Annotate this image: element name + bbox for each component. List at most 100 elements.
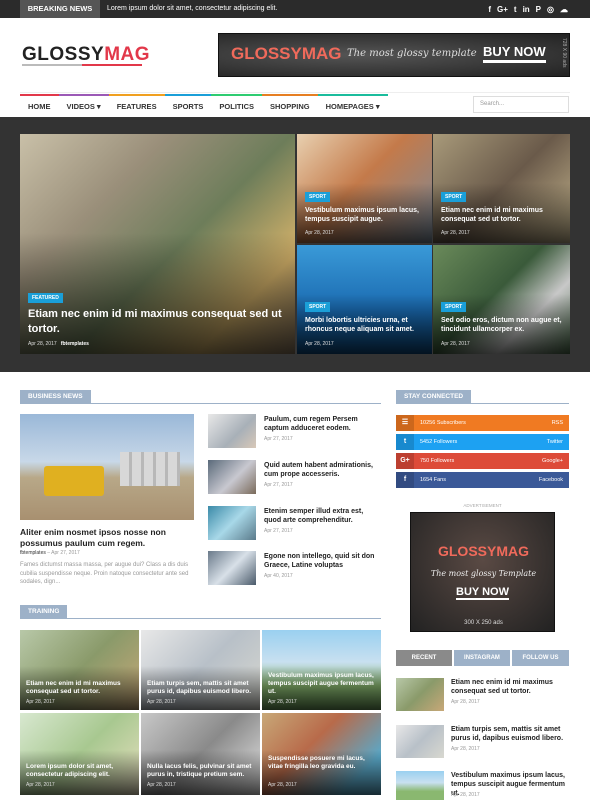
facebook-icon: f <box>396 472 414 488</box>
stay-connected-rule <box>396 403 569 404</box>
twitter-icon[interactable]: t <box>514 5 517 14</box>
facebook-label: Facebook <box>538 477 563 483</box>
nav-homepages[interactable]: HOMEPAGES ▾ <box>317 94 388 116</box>
hero-main-title[interactable]: Etiam nec enim id mi maximus consequat s… <box>28 307 289 337</box>
sport-badge[interactable]: SPORT <box>305 192 331 202</box>
training-title[interactable]: Etiam nec enim id mi maximus consequat s… <box>26 680 135 696</box>
site-logo[interactable]: GLOSSYMAG <box>22 44 150 66</box>
business-thumb[interactable] <box>208 460 256 494</box>
training-tile[interactable]: Suspendisse posuere mi lacus, vitae frin… <box>262 713 381 795</box>
business-news-heading: BUSINESS NEWS <box>20 390 91 404</box>
hero-tile-title[interactable]: Morbi lobortis ultricies urna, et rhoncu… <box>305 316 426 334</box>
training-tile[interactable]: Vestibulum maximus ipsum lacus, tempus s… <box>262 630 381 710</box>
training-tile[interactable]: Nulla lacus felis, pulvinar sit amet pur… <box>141 713 260 795</box>
nav-politics[interactable]: POLITICS <box>211 94 263 116</box>
instagram-icon[interactable]: ◎ <box>547 5 554 14</box>
training-title[interactable]: Nulla lacus felis, pulvinar sit amet pur… <box>147 763 256 779</box>
tab-follow-us[interactable]: FOLLOW US <box>512 650 569 666</box>
training-title[interactable]: Lorem ipsum dolor sit amet, consectetur … <box>26 763 135 779</box>
recent-thumb[interactable] <box>396 771 444 800</box>
nav-features[interactable]: FEATURES <box>108 94 165 116</box>
training-tile[interactable]: Etiam nec enim id mi maximus consequat s… <box>20 630 139 710</box>
training-tile[interactable]: Etiam turpis sem, mattis sit amet purus … <box>141 630 260 710</box>
google-plus-row[interactable]: G+ 750 Followers Google+ <box>396 453 569 469</box>
sidebar-ad-buy-now[interactable]: BUY NOW <box>456 586 509 600</box>
business-list-title[interactable]: Quid autem habent admirationis, cum prop… <box>264 461 380 479</box>
nav-sports[interactable]: SPORTS <box>164 94 212 116</box>
business-main-date: Apr 27, 2017 <box>51 550 80 556</box>
hero-main-tile[interactable]: FEATURED Etiam nec enim id mi maximus co… <box>20 134 295 354</box>
logo-underline <box>22 64 142 66</box>
training-date: Apr 28, 2017 <box>268 782 297 788</box>
business-thumb[interactable] <box>208 551 256 585</box>
training-date: Apr 28, 2017 <box>268 699 297 705</box>
tab-instagram[interactable]: INSTAGRAM <box>454 650 510 666</box>
business-thumb[interactable] <box>208 414 256 448</box>
hero-tile-date: Apr 28, 2017 <box>441 230 470 236</box>
business-thumb[interactable] <box>208 506 256 540</box>
business-list-title[interactable]: Etenim semper illud extra est, quod arte… <box>264 507 380 525</box>
training-title[interactable]: Etiam turpis sem, mattis sit amet purus … <box>147 680 256 696</box>
business-main-author[interactable]: fbtemplates <box>20 550 46 556</box>
training-title[interactable]: Vestibulum maximus ipsum lacus, tempus s… <box>268 672 377 696</box>
training-date: Apr 28, 2017 <box>147 699 176 705</box>
facebook-icon[interactable]: f <box>488 5 491 14</box>
sidebar-ad[interactable]: GLOSSYMAG The most glossy Template BUY N… <box>410 512 555 632</box>
hero-tile[interactable]: SPORT Morbi lobortis ultricies urna, et … <box>297 245 432 354</box>
hero-tile-title[interactable]: Etiam nec enim id mi maximus consequat s… <box>441 206 564 224</box>
recent-thumb[interactable] <box>396 725 444 758</box>
business-news-rule <box>20 403 381 404</box>
hero-tile[interactable]: SPORT Sed odio eros, dictum non augue et… <box>433 245 570 354</box>
business-main-excerpt: Fames dictumst massa massa, per augue du… <box>20 562 189 585</box>
nav-home[interactable]: HOME <box>20 94 59 116</box>
rss-row[interactable]: ☰ 10256 Subscribers RSS <box>396 415 569 431</box>
top-social-icons: f G+ t in P ◎ ☁ <box>488 0 568 18</box>
hero-tile-date: Apr 28, 2017 <box>305 341 334 347</box>
hero-tile-title[interactable]: Vestibulum maximus ipsum lacus, tempus s… <box>305 206 426 224</box>
google-plus-count: 750 Followers <box>420 458 455 464</box>
logo-text-glossy: GLOSSY <box>22 44 105 65</box>
linkedin-icon[interactable]: in <box>523 5 530 14</box>
twitter-row[interactable]: t 5452 Followers Twitter <box>396 434 569 450</box>
training-date: Apr 28, 2017 <box>147 782 176 788</box>
breaking-news-ticker[interactable]: Lorem ipsum dolor sit amet, consectetur … <box>107 0 277 18</box>
header-ad-banner[interactable]: GLOSSYMAG The most glossy template BUY N… <box>218 33 570 77</box>
sidebar-ad-tagline: The most glossy Template <box>430 569 537 578</box>
training-title[interactable]: Suspendisse posuere mi lacus, vitae frin… <box>268 755 377 771</box>
banner-buy-now[interactable]: BUY NOW <box>483 44 546 63</box>
business-list-date: Apr 27, 2017 <box>264 482 293 488</box>
recent-title[interactable]: Etiam turpis sem, mattis sit amet purus … <box>451 725 569 743</box>
google-plus-icon[interactable]: G+ <box>497 5 508 14</box>
soundcloud-icon[interactable]: ☁ <box>560 5 568 14</box>
featured-badge[interactable]: FEATURED <box>28 293 63 303</box>
facebook-row[interactable]: f 1654 Fans Facebook <box>396 472 569 488</box>
pinterest-icon[interactable]: P <box>536 5 541 14</box>
training-tile[interactable]: Lorem ipsum dolor sit amet, consectetur … <box>20 713 139 795</box>
sport-badge[interactable]: SPORT <box>305 302 331 312</box>
recent-date: Apr 28, 2017 <box>451 746 480 752</box>
hero-tile[interactable]: SPORT Etiam nec enim id mi maximus conse… <box>433 134 570 243</box>
business-main-image[interactable] <box>20 414 194 520</box>
hero-main-author[interactable]: fbtemplates <box>61 341 89 347</box>
hero-section: FEATURED Etiam nec enim id mi maximus co… <box>0 117 590 372</box>
sport-badge[interactable]: SPORT <box>441 192 467 202</box>
facebook-count: 1654 Fans <box>420 477 446 483</box>
sidebar-ad-logo: GLOSSYMAG <box>437 543 529 559</box>
business-list-date: Apr 40, 2017 <box>264 573 293 579</box>
recent-title[interactable]: Etiam nec enim id mi maximus consequat s… <box>451 678 569 696</box>
search-input[interactable]: Search... <box>473 96 569 113</box>
business-list-title[interactable]: Egone non intellego, quid sit don Graece… <box>264 552 380 570</box>
stay-connected-heading: STAY CONNECTED <box>396 390 472 404</box>
recent-thumb[interactable] <box>396 678 444 711</box>
hero-tile[interactable]: SPORT Vestibulum maximus ipsum lacus, te… <box>297 134 432 243</box>
main-nav: HOME VIDEOS ▾ FEATURES SPORTS POLITICS S… <box>20 94 388 116</box>
hero-tile-date: Apr 28, 2017 <box>441 341 470 347</box>
sport-badge[interactable]: SPORT <box>441 302 467 312</box>
hero-main-date: Apr 28, 2017 fbtemplates <box>28 341 89 347</box>
nav-shopping[interactable]: SHOPPING <box>262 94 318 116</box>
hero-tile-title[interactable]: Sed odio eros, dictum non augue et, tinc… <box>441 316 564 334</box>
business-list-title[interactable]: Paulum, cum regem Persem captum adducere… <box>264 415 380 433</box>
tab-recent[interactable]: RECENT <box>396 650 452 666</box>
nav-videos[interactable]: VIDEOS ▾ <box>58 94 109 116</box>
business-main-title[interactable]: Aliter enim nosmet ipsos nosse non possu… <box>20 527 196 549</box>
